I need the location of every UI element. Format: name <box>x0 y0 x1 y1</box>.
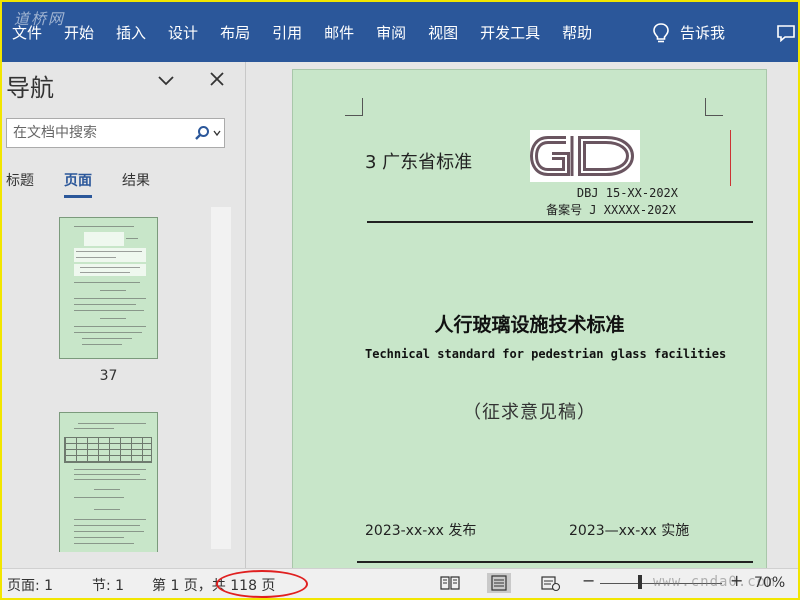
tab-mailings[interactable]: 邮件 <box>313 22 365 44</box>
tab-insert[interactable]: 插入 <box>105 22 157 44</box>
read-mode-icon[interactable] <box>438 573 462 593</box>
tab-help[interactable]: 帮助 <box>551 22 603 44</box>
zoom-out-button[interactable]: − <box>582 571 595 590</box>
nav-search-box <box>6 118 225 148</box>
divider-line <box>357 561 753 563</box>
close-icon[interactable] <box>208 70 226 88</box>
status-page[interactable]: 页面: 1 <box>7 575 53 595</box>
page-thumbnail[interactable] <box>59 412 158 552</box>
document-title: 人行玻璃设施技术标准 <box>434 314 625 336</box>
crop-mark <box>705 98 723 116</box>
page-thumbnail[interactable] <box>59 217 158 359</box>
gd-logo <box>530 130 640 182</box>
tell-me-label: 告诉我 <box>680 24 726 42</box>
document-subtitle-en: Technical standard for pedestrian glass … <box>365 347 727 361</box>
nav-subtabs: 标题 页面 结果 <box>6 170 180 198</box>
zoom-slider-thumb[interactable] <box>638 575 642 589</box>
tab-references[interactable]: 引用 <box>261 22 313 44</box>
margin-marker <box>730 130 731 186</box>
record-number: 备案号 J XXXXX-202X <box>546 203 676 217</box>
print-layout-icon[interactable] <box>487 573 511 593</box>
lightbulb-icon <box>653 23 669 43</box>
crop-mark <box>345 98 363 116</box>
implement-date: 2023—xx-xx 实施 <box>569 523 690 539</box>
divider-line <box>367 221 753 223</box>
search-input[interactable] <box>13 123 183 143</box>
draft-note: （征求意见稿） <box>463 402 596 423</box>
page-thumbnails: 37 <box>2 210 246 552</box>
document-page[interactable]: 3 广东省标准 DBJ 15-XX-202X 备案号 J XXXXX-202X … <box>292 69 767 568</box>
ribbon-bar: 道桥网 文件 开始 插入 设计 布局 引用 邮件 审阅 视图 开发工具 帮助 告… <box>2 2 798 62</box>
status-section[interactable]: 节: 1 <box>92 575 124 595</box>
navigation-pane: 导航 标题 页面 结果 <box>2 62 246 568</box>
search-options-dropdown-icon[interactable] <box>213 129 221 137</box>
tab-layout[interactable]: 布局 <box>209 22 261 44</box>
comment-icon[interactable] <box>776 24 796 42</box>
tab-file[interactable]: 文件 <box>2 22 53 44</box>
search-icon[interactable] <box>194 125 210 141</box>
publish-date: 2023-xx-xx 发布 <box>365 523 477 539</box>
document-area[interactable]: 3 广东省标准 DBJ 15-XX-202X 备案号 J XXXXX-202X … <box>247 62 798 568</box>
status-bar: 页面: 1 节: 1 第 1 页，共 118 页 − www.cnda0.com… <box>2 568 798 598</box>
chevron-down-icon[interactable] <box>156 72 176 88</box>
tell-me-box[interactable]: 告诉我 <box>652 22 725 44</box>
tab-pages[interactable]: 页面 <box>64 170 92 198</box>
tab-review[interactable]: 审阅 <box>365 22 417 44</box>
zoom-level[interactable]: 70% <box>754 575 785 591</box>
tab-developer[interactable]: 开发工具 <box>469 22 551 44</box>
annotation-circle <box>216 570 308 598</box>
tab-design[interactable]: 设计 <box>157 22 209 44</box>
tab-headings[interactable]: 标题 <box>6 170 34 198</box>
standard-code: DBJ 15-XX-202X <box>576 186 678 200</box>
tab-results[interactable]: 结果 <box>122 170 150 198</box>
nav-title: 导航 <box>6 74 54 102</box>
standard-label: 3 广东省标准 <box>365 152 473 173</box>
tab-view[interactable]: 视图 <box>417 22 469 44</box>
zoom-in-button[interactable]: + <box>730 571 743 590</box>
ribbon-tabs: 文件 开始 插入 设计 布局 引用 邮件 审阅 视图 开发工具 帮助 <box>2 22 603 44</box>
tab-home[interactable]: 开始 <box>53 22 105 44</box>
thumbnail-page-number: 37 <box>99 368 118 384</box>
web-layout-icon[interactable] <box>538 573 562 593</box>
